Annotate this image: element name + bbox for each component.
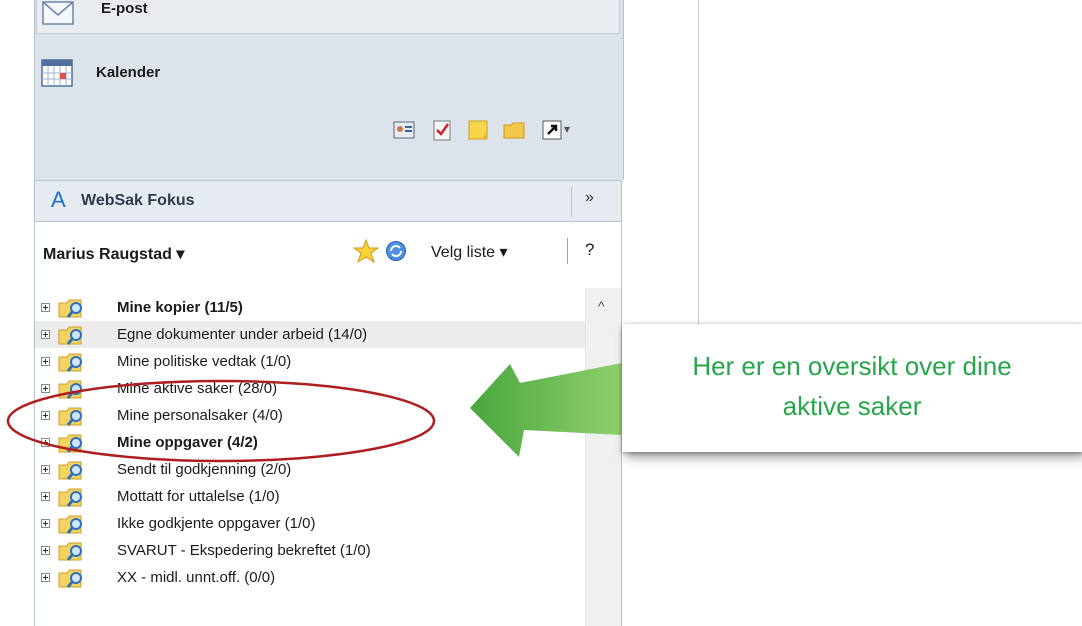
list-item[interactable]: Egne dokumenter under arbeid (14/0)	[35, 321, 585, 348]
list-item-label: Mine kopier (11/5)	[117, 299, 243, 316]
list-item-label: Mottatt for uttalelse (1/0)	[117, 488, 280, 505]
expand-plus-icon[interactable]	[41, 519, 50, 528]
choose-list-button[interactable]: Velg liste ▾	[431, 242, 508, 262]
case-list: ^ Mine kopier (11/5) Egne dokumenter unde…	[34, 288, 622, 626]
shortcuts-more-icon[interactable]: ▾	[564, 122, 570, 136]
list-item[interactable]: Mottatt for uttalelse (1/0)	[35, 483, 585, 510]
list-item-label: Mine aktive saker (28/0)	[117, 380, 278, 397]
list-item[interactable]: Mine personalsaker (4/0)	[35, 402, 585, 429]
search-folder-icon	[58, 542, 82, 561]
list-item-label: SVARUT - Ekspedering bekreftet (1/0)	[117, 542, 371, 559]
search-folder-icon	[58, 488, 82, 507]
callout-box: Her er en oversikt over dine aktive sake…	[622, 324, 1082, 452]
expand-plus-icon[interactable]	[41, 303, 50, 312]
contacts-icon[interactable]	[392, 118, 416, 142]
list-item[interactable]: Mine oppgaver (4/2)	[35, 429, 585, 456]
websak-header: A WebSak Fokus »	[34, 180, 622, 222]
callout-line-1: Her er en oversikt over dine	[692, 351, 1012, 381]
callout-line-2: aktive saker	[782, 391, 922, 421]
expand-plus-icon[interactable]	[41, 573, 50, 582]
search-folder-icon	[58, 299, 82, 318]
refresh-icon[interactable]	[385, 240, 407, 262]
email-nav-label: E-post	[101, 0, 148, 17]
list-item-label: XX - midl. unnt.off. (0/0)	[117, 569, 276, 586]
list-item-label: Ikke godkjente oppgaver (1/0)	[117, 515, 316, 532]
expand-plus-icon[interactable]	[41, 411, 50, 420]
list-item[interactable]: Mine aktive saker (28/0)	[35, 375, 585, 402]
mail-icon	[42, 1, 74, 25]
search-folder-icon	[58, 461, 82, 480]
help-button[interactable]: ?	[585, 240, 594, 260]
expand-plus-icon[interactable]	[41, 438, 50, 447]
expand-plus-icon[interactable]	[41, 330, 50, 339]
expand-plus-icon[interactable]	[41, 546, 50, 555]
list-item[interactable]: Mine kopier (11/5)	[35, 294, 585, 321]
list-item-label: Mine politiske vedtak (1/0)	[117, 353, 292, 370]
shortcut-icon[interactable]	[540, 118, 564, 142]
calendar-nav-label[interactable]: Kalender	[96, 64, 160, 81]
expand-plus-icon[interactable]	[41, 357, 50, 366]
expand-plus-icon[interactable]	[41, 465, 50, 474]
list-item-label: Mine personalsaker (4/0)	[117, 407, 283, 424]
header-divider	[571, 187, 572, 217]
search-folder-icon	[58, 407, 82, 426]
list-scrollbar[interactable]: ^	[585, 288, 621, 626]
toolbar-divider	[567, 238, 568, 264]
search-folder-icon	[58, 380, 82, 399]
list-item[interactable]: Sendt til godkjenning (2/0)	[35, 456, 585, 483]
list-item-label: Sendt til godkjenning (2/0)	[117, 461, 292, 478]
expand-plus-icon[interactable]	[41, 384, 50, 393]
list-item[interactable]: SVARUT - Ekspedering bekreftet (1/0)	[35, 537, 585, 564]
search-folder-icon	[58, 569, 82, 588]
scroll-up-icon[interactable]: ^	[598, 298, 605, 314]
window-divider	[698, 0, 699, 324]
search-folder-icon	[58, 434, 82, 453]
websak-title: WebSak Fokus	[81, 192, 195, 209]
websak-toolbar: Marius Raugstad ▾ Velg liste ▾ ?	[34, 222, 622, 288]
tasks-icon[interactable]	[430, 118, 454, 142]
search-folder-icon	[58, 353, 82, 372]
list-item[interactable]: Ikke godkjente oppgaver (1/0)	[35, 510, 585, 537]
notes-icon[interactable]	[466, 118, 490, 142]
folder-icon[interactable]	[502, 118, 526, 142]
search-folder-icon	[58, 326, 82, 345]
websak-logo-icon: A	[51, 187, 66, 212]
email-nav-button[interactable]: E-post	[36, 0, 620, 34]
list-item[interactable]: XX - midl. unnt.off. (0/0)	[35, 564, 585, 591]
calendar-icon[interactable]	[40, 56, 74, 90]
user-menu-button[interactable]: Marius Raugstad ▾	[43, 244, 184, 264]
list-item-label: Mine oppgaver (4/2)	[117, 434, 258, 451]
expand-plus-icon[interactable]	[41, 492, 50, 501]
callout-text: Her er en oversikt over dine aktive sake…	[622, 346, 1082, 426]
collapse-chevron-icon[interactable]: »	[585, 189, 594, 207]
list-item-label: Egne dokumenter under arbeid (14/0)	[117, 326, 368, 343]
search-folder-icon	[58, 515, 82, 534]
favorite-star-icon[interactable]	[353, 238, 379, 264]
list-item[interactable]: Mine politiske vedtak (1/0)	[35, 348, 585, 375]
